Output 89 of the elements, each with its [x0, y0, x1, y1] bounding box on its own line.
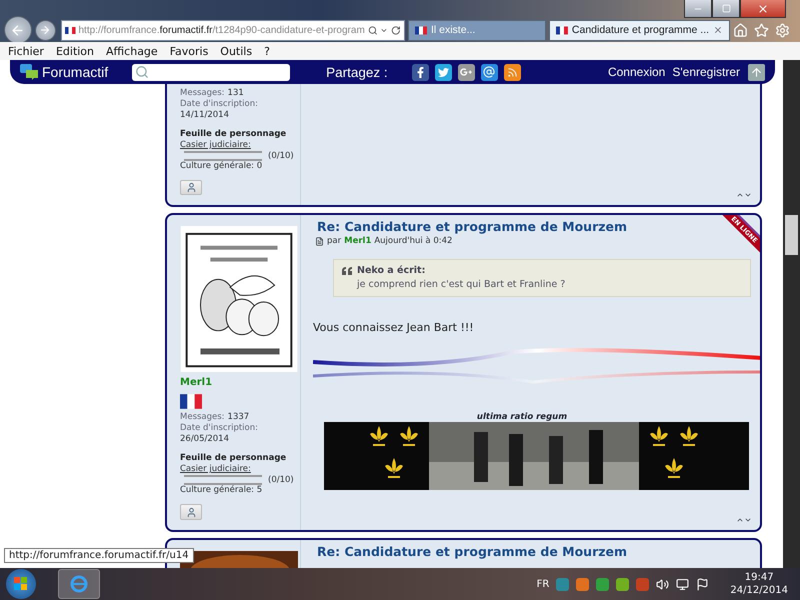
messages-count: 131: [228, 88, 244, 99]
facebook-icon[interactable]: [412, 64, 429, 80]
rss-icon[interactable]: [504, 64, 521, 80]
up-icon[interactable]: [736, 516, 744, 524]
close-button[interactable]: [740, 0, 786, 18]
browser-tab[interactable]: Candidature et programme ...: [548, 20, 730, 40]
language-indicator[interactable]: FR: [536, 578, 550, 590]
maximize-icon: [722, 4, 730, 13]
menu-item[interactable]: ?: [264, 44, 270, 58]
quote-text: je comprend rien c'est qui Bart et Franline ?: [357, 279, 566, 290]
flag-icon: [556, 26, 568, 34]
profile-button[interactable]: [180, 180, 202, 195]
address-field[interactable]: http://forumfrance.forumactif.fr/t1284p90-candidature-et-program: [60, 20, 405, 40]
refresh-icon[interactable]: [391, 24, 401, 36]
scrollbar[interactable]: [783, 60, 800, 568]
signature-caption: ultima ratio regum: [476, 412, 568, 422]
quote-author: Neko a écrit:: [357, 265, 426, 276]
post-title[interactable]: Re: Candidature et programme de Mourzem: [317, 219, 628, 234]
close-icon[interactable]: [713, 25, 723, 35]
up-icon[interactable]: [736, 191, 744, 199]
scroll-thumb[interactable]: [785, 215, 798, 255]
flag-icon: [414, 26, 427, 34]
close-icon: [757, 2, 769, 14]
menu-item[interactable]: Edition: [56, 44, 94, 58]
menu-item[interactable]: Affichage: [106, 44, 158, 58]
tray-icon[interactable]: [616, 578, 630, 590]
user-icon: [186, 506, 196, 518]
culture-stat: Culture générale: 5: [180, 485, 264, 496]
gauge-reading: (0/10): [268, 475, 294, 486]
sheet-title: Feuille de personnage: [180, 129, 288, 140]
culture-stat: Culture générale: 0: [180, 161, 264, 172]
join-date: 14/11/2014: [180, 110, 230, 121]
messages-label: Messages:: [180, 412, 225, 424]
scroll-top-button[interactable]: [748, 64, 765, 80]
star-icon[interactable]: [754, 22, 769, 38]
quote-icon: [342, 266, 353, 274]
menu-item[interactable]: Fichier: [8, 44, 44, 58]
post-text: Vous connaissez Jean Bart !!!: [313, 321, 475, 334]
join-date-label: Date d'inscription:: [180, 423, 259, 434]
twitter-icon[interactable]: [434, 64, 452, 80]
profile-button[interactable]: [180, 504, 202, 520]
flag-icon: [64, 26, 76, 34]
browser-icon: [69, 574, 89, 594]
settings-icon[interactable]: [775, 22, 790, 38]
sheet-title: Feuille de personnage: [180, 453, 288, 464]
by-label: par: [327, 236, 342, 246]
four-squares-icon: [14, 577, 28, 591]
share-label: Partagez :: [326, 64, 388, 80]
search-icon[interactable]: [368, 24, 378, 36]
chat-bubble-icon: [20, 64, 38, 80]
user-icon: [186, 182, 196, 193]
post-icon: [315, 236, 324, 246]
google-plus-icon[interactable]: [458, 64, 475, 80]
post-author[interactable]: Merl1: [344, 236, 372, 246]
volume-icon[interactable]: [656, 578, 670, 590]
forward-button[interactable]: [34, 20, 56, 40]
search-icon: [135, 65, 150, 79]
maximize-button[interactable]: [712, 0, 740, 18]
email-icon[interactable]: [480, 64, 498, 80]
post-date: Aujourd'hui à 0:42: [374, 236, 452, 246]
join-date: 26/05/2014: [180, 434, 230, 446]
start-button[interactable]: [6, 569, 36, 599]
gauge-label: Casier judiciaire:: [180, 140, 252, 151]
flag-icon: [180, 394, 202, 410]
flag-icon[interactable]: [696, 578, 710, 590]
down-icon[interactable]: [744, 516, 752, 524]
menu-item[interactable]: Outils: [220, 44, 252, 58]
home-icon[interactable]: [733, 22, 748, 38]
forum-brand[interactable]: Forumactif: [42, 64, 108, 80]
up-arrow-icon: [750, 66, 763, 78]
status-url: http://forumfrance.forumactif.fr/u14: [4, 548, 194, 563]
post-title[interactable]: Re: Candidature et programme de Mourzem: [317, 544, 628, 559]
gauge-label: Casier judiciaire:: [180, 464, 252, 476]
menu-item[interactable]: Favoris: [170, 44, 208, 58]
minimize-button[interactable]: [684, 0, 712, 18]
clock[interactable]: 19:47 24/12/2014: [730, 571, 788, 597]
username[interactable]: Merl1: [180, 377, 300, 388]
messages-count: 1337: [228, 412, 250, 424]
down-icon[interactable]: [744, 191, 752, 199]
search-field[interactable]: [132, 64, 290, 80]
messages-label: Messages:: [180, 88, 225, 99]
toolbar-link[interactable]: Connexion: [608, 65, 666, 79]
gauge-reading: (0/10): [268, 151, 294, 161]
join-date-label: Date d'inscription:: [180, 99, 259, 110]
toolbar-link[interactable]: S'enregistrer: [672, 65, 740, 79]
tray-icon[interactable]: [576, 578, 590, 590]
forward-arrow-icon: [39, 24, 52, 36]
back-button[interactable]: [4, 16, 32, 44]
tray-icon[interactable]: [596, 578, 610, 590]
